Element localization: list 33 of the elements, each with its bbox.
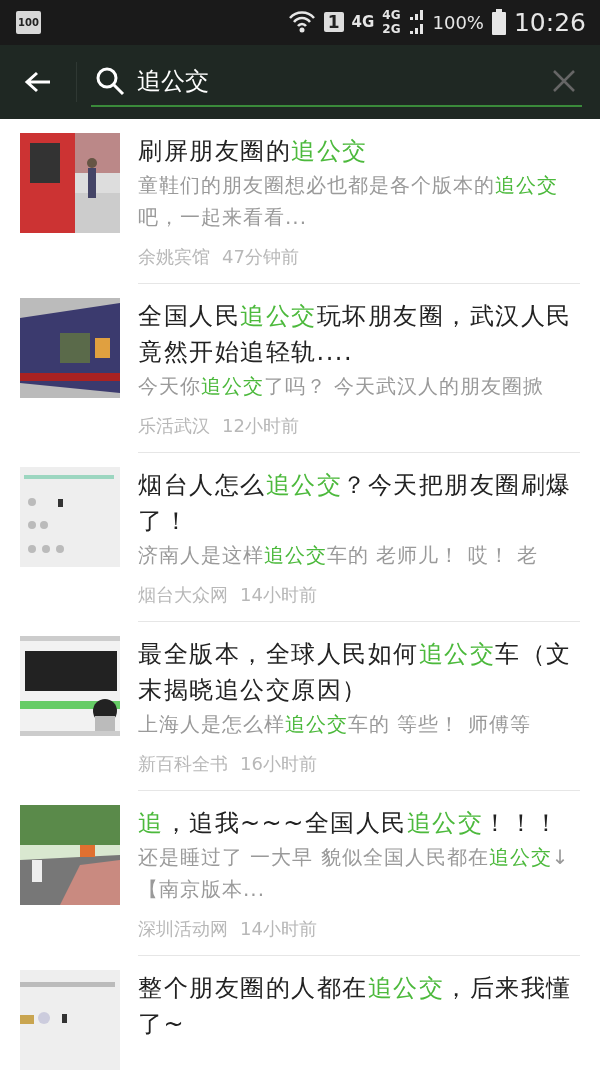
article-title[interactable]: 刷屏朋友圈的追公交 (138, 133, 580, 169)
source-name: 余姚宾馆 (138, 245, 210, 269)
post-time: 16小时前 (240, 752, 317, 776)
battery-badge: 100 (16, 10, 41, 34)
network-type: 2G (382, 22, 401, 37)
source-name: 深圳活动网 (138, 917, 228, 941)
battery-icon (491, 9, 506, 36)
source-name: 新百科全书 (138, 752, 228, 776)
network-type: 4G (382, 8, 401, 23)
article-title[interactable]: 整个朋友圈的人都在追公交，后来我懂了~ (138, 970, 580, 1042)
article-title[interactable]: 追，追我~~~全国人民追公交！！！ (138, 805, 580, 841)
source-name: 乐活武汉 (138, 414, 210, 438)
post-time: 12小时前 (222, 414, 299, 438)
article-snippet: 济南人是这样追公交车的 老师儿！ 哎！ 老 (138, 542, 540, 569)
article-snippet: 还是睡过了 一大早 貌似全国人民都在追公交↓【南京版本... (138, 844, 571, 903)
battery-percent: 100% (432, 11, 484, 33)
post-time: 47分钟前 (222, 245, 299, 269)
article-title[interactable]: 最全版本，全球人民如何追公交车（文末揭晓追公交原因） (138, 636, 580, 708)
clock: 10:26 (513, 7, 586, 37)
close-icon (552, 68, 576, 93)
network-type: 4G (351, 13, 375, 32)
post-time: 14小时前 (240, 917, 317, 941)
sim-card-badge: 1 (323, 12, 344, 33)
article-title[interactable]: 全国人民追公交玩坏朋友圈，武汉人民竟然开始追轻轨.... (138, 298, 580, 370)
post-time: 14小时前 (240, 583, 317, 607)
signal-icon (408, 8, 425, 37)
search-icon (95, 65, 125, 96)
article-snippet: 今天你追公交了吗？ 今天武汉人的朋友圈掀 (138, 373, 546, 400)
article-title[interactable]: 烟台人怎么追公交？今天把朋友圈刷爆了！ (138, 467, 580, 539)
article-snippet: 童鞋们的朋友圈想必也都是各个版本的追公交 吧，一起来看看... (138, 172, 559, 231)
article-snippet: 上海人是怎么样追公交车的 等些！ 师傅等 (138, 711, 532, 738)
source-name: 烟台大众网 (138, 583, 228, 607)
back-arrow-icon (24, 69, 52, 94)
